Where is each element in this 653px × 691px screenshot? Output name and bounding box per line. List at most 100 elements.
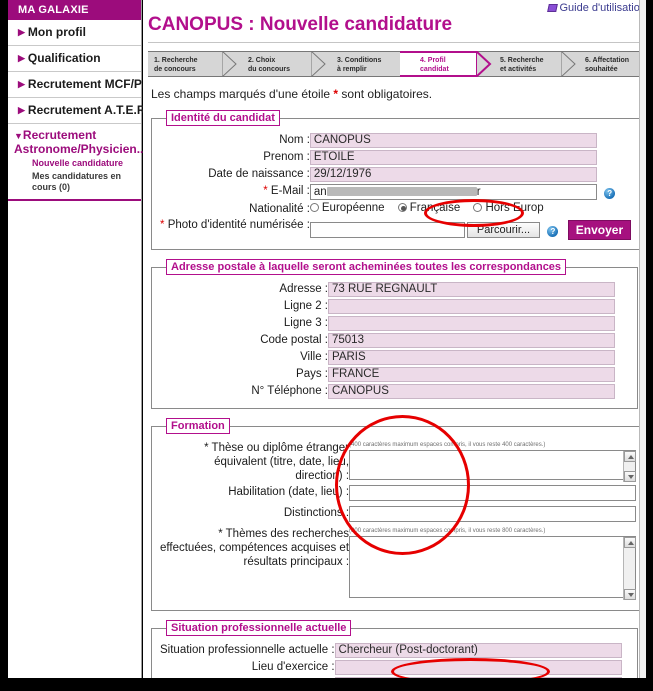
step-separator-icon: [311, 51, 333, 77]
date-naissance-value: 29/12/1976: [309, 167, 597, 182]
radio-europeenne[interactable]: Européenne: [309, 202, 385, 214]
browse-button[interactable]: Parcourir...: [466, 222, 541, 238]
step-label-line1: 5. Recherche: [500, 57, 544, 64]
table-row: Adresse : 73 RUE REGNAULT: [160, 281, 629, 298]
ville-label: Ville :: [300, 351, 328, 363]
nationalite-label: Nationalité :: [249, 203, 310, 215]
sidebar-item-label: Recrutement MCF/PR: [27, 77, 151, 91]
ligne3-value: [328, 316, 615, 331]
help-icon[interactable]: ?: [547, 226, 559, 238]
help-icon[interactable]: ?: [604, 188, 616, 199]
table-row: N° Téléphone : CANOPUS: [160, 383, 629, 400]
field-row-photo: * Photo d'identité numérisée : Parcourir…: [160, 217, 632, 241]
left-gutter: [0, 0, 8, 678]
step-label-line2: souhaitée: [585, 66, 618, 73]
chevron-right-icon: ▶: [18, 79, 25, 89]
step-2-choix-du-concours[interactable]: 2. Choix du concours: [248, 52, 290, 76]
scrollbar[interactable]: [623, 451, 637, 482]
radio-icon: [309, 203, 319, 212]
vertical-scrollbar[interactable]: [639, 0, 646, 678]
ligne2-value: [328, 299, 615, 314]
sidebar-item-label: Mon profil: [27, 25, 86, 39]
table-row: Lieu d'exercice :: [160, 659, 629, 676]
table-row: Ville : PARIS: [160, 349, 629, 366]
identity-legend: Identité du candidat: [166, 110, 280, 126]
photo-label: * Photo d'identité numérisée :: [160, 217, 310, 241]
sidebar-group-recrutement-astronome[interactable]: ▼Recrutement Astronome/Physicien... Nouv…: [8, 124, 147, 201]
distinctions-input[interactable]: [349, 506, 637, 522]
themes-textarea[interactable]: [349, 536, 637, 598]
scroll-down-arrow[interactable]: [624, 589, 637, 600]
prenom-value: ETOILE: [309, 150, 597, 165]
ville-value: PARIS: [328, 350, 615, 365]
field-row-habilitation: Habilitation (date, lieu) : ?: [160, 484, 646, 505]
date-naissance-label: Date de naissance :: [208, 168, 310, 180]
required-fields-note: Les champs marqués d'une étoile * sont o…: [151, 87, 646, 101]
address-legend: Adresse postale à laquelle seront achemi…: [166, 259, 567, 275]
code-postal-value: 75013: [328, 333, 615, 348]
sidebar-item-recrutement-mcf-pr[interactable]: ▶ Recrutement MCF/PR: [8, 72, 151, 98]
radio-francaise[interactable]: Française: [397, 202, 460, 214]
sidebar-item-mon-profil[interactable]: ▶ Mon profil: [8, 20, 141, 46]
sidebar-subitem-nouvelle-candidature[interactable]: Nouvelle candidature: [32, 158, 141, 169]
email-field[interactable]: an r: [309, 184, 597, 200]
themes-textarea-wrap: [349, 536, 637, 601]
habilitation-input[interactable]: [349, 485, 637, 501]
pays-label: Pays :: [296, 368, 328, 380]
sidebar-group-title: ▼Recrutement: [14, 129, 141, 143]
step-label-line1: 2. Choix: [248, 57, 276, 64]
scroll-up-arrow[interactable]: [624, 537, 637, 548]
sidebar-item-recrutement-ater[interactable]: ▶ Recrutement A.T.E.R.: [8, 98, 149, 124]
required-note-after: sont obligatoires.: [338, 87, 433, 101]
sidebar-group-title-line2: Astronome/Physicien...: [14, 142, 147, 156]
these-label-line1: * Thèse ou diplôme étranger: [204, 442, 350, 454]
step-5-recherche-et-activites[interactable]: 5. Recherche et activités: [500, 52, 544, 76]
step-3-conditions-a-remplir[interactable]: 3. Conditions à remplir: [337, 52, 381, 76]
scroll-up-arrow[interactable]: [624, 451, 637, 462]
radio-hors-europe[interactable]: Hors Europ: [473, 202, 544, 214]
photo-file-input[interactable]: [309, 222, 465, 238]
step-separator-icon: [476, 51, 498, 77]
field-row-date-naissance: Date de naissance : 29/12/1976: [160, 166, 631, 183]
scroll-down-arrow[interactable]: [624, 471, 637, 482]
radio-icon-selected: [397, 203, 407, 212]
table-row: Code postal : 75013: [160, 332, 629, 349]
email-label-text: E-Mail :: [270, 185, 310, 197]
envoyer-button[interactable]: Envoyer: [567, 220, 632, 240]
situation-actuelle-value: Chercheur (Post-doctorant): [334, 643, 622, 658]
these-label-line2: équivalent (titre, date, lieu,: [214, 456, 350, 468]
field-row-these: * Thèse ou diplôme étranger équivalent (…: [160, 440, 646, 484]
sidebar-item-qualification[interactable]: ▶ Qualification: [8, 46, 141, 72]
chevron-right-icon: ▶: [18, 27, 25, 37]
step-1-recherche-de-concours[interactable]: 1. Recherche de concours: [154, 52, 198, 76]
required-star: *: [263, 185, 268, 197]
address-section: Adresse postale à laquelle seront achemi…: [151, 259, 638, 409]
title-divider: [148, 42, 641, 43]
step-label-line2: à remplir: [337, 66, 367, 73]
main-content: Guide d'utilisation CANOPUS : Nouvelle c…: [143, 0, 646, 678]
these-textarea[interactable]: [349, 450, 637, 480]
sidebar-group-title-line1: Recrutement: [22, 128, 97, 142]
step-6-affectation-souhaitee[interactable]: 6. Affectation souhaitée: [585, 52, 629, 76]
situation-section: Situation professionnelle actuelle Situa…: [151, 620, 638, 678]
field-row-nationalite: Nationalité : Européenne Française Hors …: [160, 201, 631, 217]
radio-icon: [473, 203, 483, 212]
breadcrumb-steps: 1. Recherche de concours 2. Choix du conco…: [148, 51, 646, 77]
distinctions-label: Distinctions :: [283, 507, 350, 519]
themes-label-line1: * Thèmes des recherches: [218, 528, 350, 540]
photo-label-text: Photo d'identité numérisée :: [167, 219, 310, 231]
book-icon: [546, 4, 558, 12]
lieu-exercice-label: Lieu d'exercice :: [251, 661, 335, 673]
email-value-end: r: [476, 186, 481, 198]
ligne3-label: Ligne 3 :: [283, 317, 328, 329]
chevron-down-icon: ▼: [14, 131, 23, 141]
sidebar-subitem-mes-candidatures[interactable]: Mes candidatures en cours (0): [32, 171, 141, 193]
step-label-line1: 3. Conditions: [337, 57, 382, 64]
step-4-profil-candidat[interactable]: 4. Profil candidat: [420, 52, 449, 76]
scrollbar[interactable]: [623, 537, 637, 600]
step-label-line2: candidat: [420, 66, 449, 73]
adresse-label: Adresse :: [279, 283, 328, 295]
these-hint: (400 caractères maximum espaces compris,…: [349, 442, 546, 448]
these-textarea-wrap: [349, 450, 637, 483]
guide-utilisation-link[interactable]: Guide d'utilisation: [546, 2, 646, 14]
